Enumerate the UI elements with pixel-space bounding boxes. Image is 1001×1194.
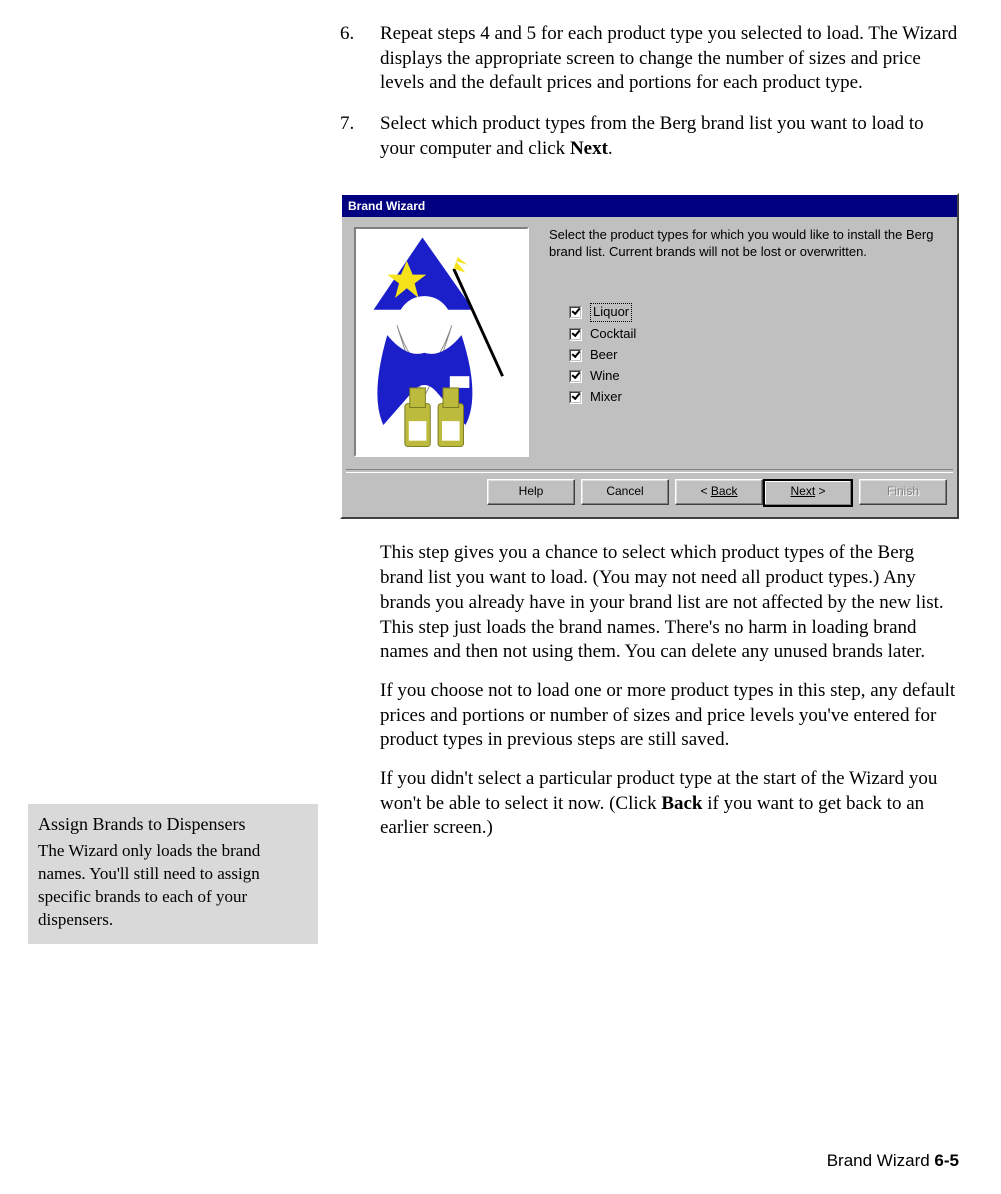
check-icon [569,370,582,383]
step-6-number: 6. [340,22,380,96]
checkbox-beer[interactable]: Beer [569,347,945,364]
product-type-checkboxes: Liquor Cocktail Beer [569,303,945,405]
step-7-text: Select which product types from the Berg… [380,112,960,161]
dialog-button-row: Help Cancel < Back Next > Finish [342,479,957,517]
check-icon [569,349,582,362]
next-button[interactable]: Next > [763,479,853,507]
sidebar-callout: Assign Brands to Dispensers The Wizard o… [28,804,318,944]
checkbox-label: Beer [590,347,617,364]
explanatory-paragraph-1: This step gives you a chance to select w… [380,541,960,664]
explanatory-paragraph-3: If you didn't select a particular produc… [380,767,960,841]
help-button[interactable]: Help [487,479,575,505]
checkbox-wine[interactable]: Wine [569,368,945,385]
checkbox-label: Liquor [590,303,632,322]
check-icon [569,391,582,404]
step-6-text: Repeat steps 4 and 5 for each product ty… [380,22,960,96]
callout-body: The Wizard only loads the brand names. Y… [38,840,308,932]
footer-page-number: 6-5 [934,1151,959,1170]
finish-button: Finish [859,479,947,505]
checkbox-mixer[interactable]: Mixer [569,389,945,406]
checkbox-label: Mixer [590,389,622,406]
step-7-number: 7. [340,112,380,161]
separator [346,469,953,473]
check-icon [569,306,582,319]
footer-label: Brand Wizard [827,1151,935,1170]
checkbox-liquor[interactable]: Liquor [569,303,945,322]
checkbox-label: Cocktail [590,326,636,343]
step-6: 6. Repeat steps 4 and 5 for each product… [340,22,960,96]
checkbox-cocktail[interactable]: Cocktail [569,326,945,343]
check-icon [569,328,582,341]
window-title: Brand Wizard [348,199,425,213]
checkbox-label: Wine [590,368,620,385]
page-footer: Brand Wizard 6-5 [827,1150,959,1172]
main-content: 6. Repeat steps 4 and 5 for each product… [340,22,960,841]
brand-wizard-window: Brand Wizard [340,193,959,519]
explanatory-paragraph-2: If you choose not to load one or more pr… [380,679,960,753]
back-button[interactable]: < Back [675,479,763,505]
brand-wizard-dialog-screenshot: Brand Wizard [340,193,960,519]
wizard-illustration [354,227,529,457]
window-titlebar: Brand Wizard [342,195,957,217]
wizard-icon [356,229,527,455]
cancel-button[interactable]: Cancel [581,479,669,505]
dialog-instruction: Select the product types for which you w… [549,227,945,261]
callout-title: Assign Brands to Dispensers [38,812,308,836]
step-7: 7. Select which product types from the B… [340,112,960,161]
